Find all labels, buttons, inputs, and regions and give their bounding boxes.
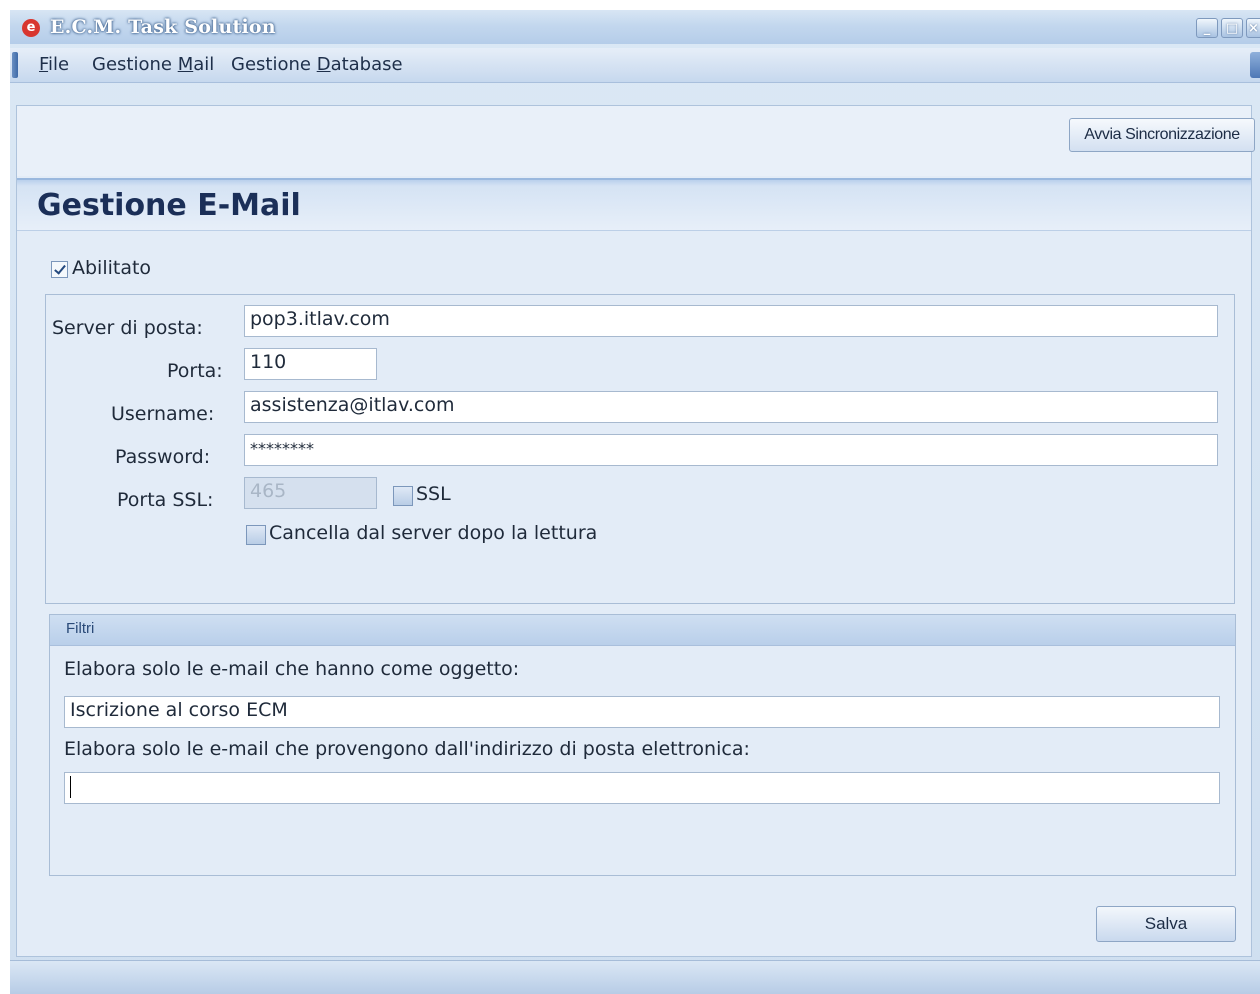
app-logo-icon: e (22, 19, 40, 37)
text-cursor (70, 775, 71, 798)
save-button[interactable]: Salva (1096, 906, 1236, 942)
subject-filter-input[interactable]: Iscrizione al corso ECM (64, 696, 1220, 728)
chevron-down-icon[interactable] (1250, 52, 1260, 78)
filters-header: Filtri (50, 615, 1235, 646)
ssl-label: SSL (416, 483, 451, 505)
ssl-port-input[interactable]: 465 (244, 477, 377, 509)
filters-group: Filtri Elabora solo le e-mail che hanno … (49, 614, 1236, 876)
menu-file[interactable]: File (39, 54, 69, 75)
page-title: Gestione E-Mail (37, 188, 301, 223)
subject-filter-label: Elabora solo le e-mail che hanno come og… (64, 658, 520, 680)
sender-filter-label: Elabora solo le e-mail che provengono da… (64, 738, 750, 760)
port-input[interactable]: 110 (244, 348, 377, 380)
enabled-label: Abilitato (72, 257, 152, 279)
minimize-icon[interactable]: _ (1196, 18, 1218, 38)
window-title: E.C.M. Task Solution (50, 16, 276, 38)
password-input[interactable]: ******** (244, 434, 1218, 466)
maximize-icon[interactable]: □ (1221, 18, 1243, 38)
username-label: Username: (111, 403, 215, 425)
menu-gestione-database[interactable]: Gestione Database (231, 54, 403, 75)
port-label: Porta: (167, 360, 223, 382)
main-panel: Avvia Sincronizzazione Gestione E-Mail A… (16, 105, 1255, 957)
close-icon[interactable]: × (1246, 18, 1260, 38)
filters-title: Filtri (66, 620, 95, 637)
title-bar[interactable]: e E.C.M. Task Solution _ □ × (10, 10, 1260, 44)
server-input[interactable]: pop3.itlav.com (244, 305, 1218, 337)
delete-after-read-label: Cancella dal server dopo la lettura (269, 522, 598, 544)
window-controls: _ □ × (1196, 18, 1260, 38)
password-label: Password: (115, 446, 211, 468)
menu-bar: File Gestione Mail Gestione Database (10, 48, 1260, 83)
app-window: e E.C.M. Task Solution _ □ × File Gestio… (10, 10, 1260, 994)
start-sync-button[interactable]: Avvia Sincronizzazione (1069, 118, 1255, 152)
username-input[interactable]: assistenza@itlav.com (244, 391, 1218, 423)
sender-filter-input[interactable] (64, 772, 1220, 804)
ssl-checkbox[interactable] (393, 486, 413, 506)
enabled-checkbox[interactable] (51, 261, 68, 278)
server-label: Server di posta: (52, 317, 203, 339)
status-bar (10, 960, 1260, 994)
ssl-port-label: Porta SSL: (117, 489, 214, 511)
menu-grip-handle (12, 52, 18, 78)
delete-after-read-checkbox[interactable] (246, 525, 266, 545)
toolbar: Avvia Sincronizzazione (17, 106, 1255, 176)
page-header: Gestione E-Mail (17, 178, 1251, 231)
menu-gestione-mail[interactable]: Gestione Mail (92, 54, 214, 75)
